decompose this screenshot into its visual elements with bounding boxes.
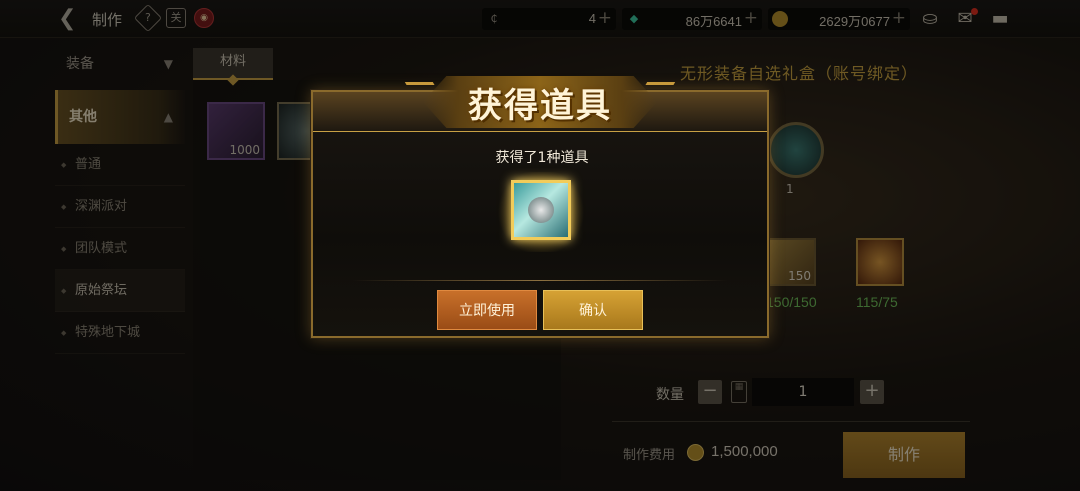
- dialog-title: 获得道具: [468, 86, 612, 126]
- confirm-button[interactable]: 确认: [543, 290, 643, 330]
- reward-item-emblem: [528, 197, 554, 223]
- dialog-message: 获得了1种道具: [495, 150, 589, 166]
- use-now-button[interactable]: 立即使用: [437, 290, 537, 330]
- dialog-divider: [352, 280, 728, 281]
- reward-item-icon[interactable]: [511, 180, 571, 240]
